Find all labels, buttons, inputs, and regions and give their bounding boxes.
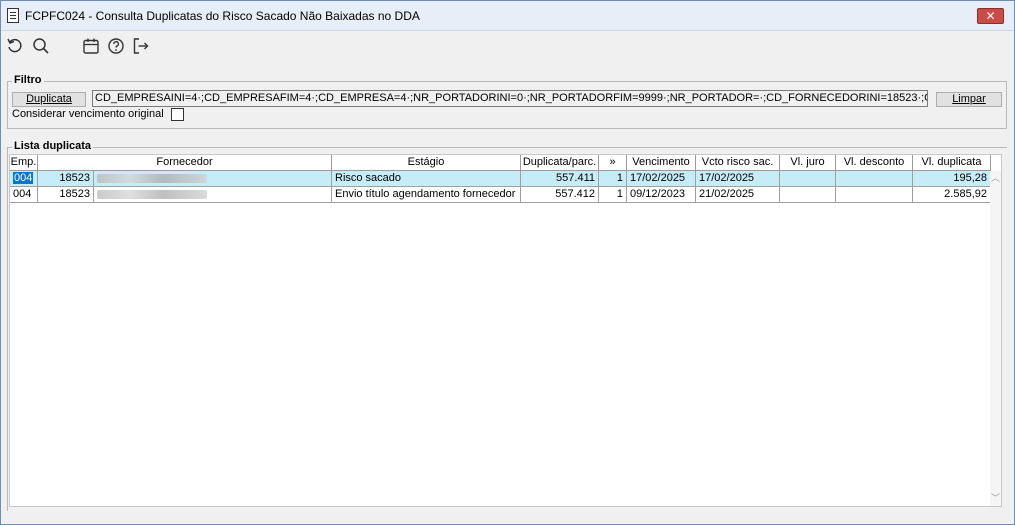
vencimento-original-checkbox[interactable]: [171, 108, 184, 121]
help-icon: [108, 38, 124, 54]
close-button[interactable]: ✕: [977, 8, 1004, 24]
filter-legend: Filtro: [12, 74, 44, 86]
calendar-icon: [83, 38, 99, 54]
redacted-name: [97, 174, 207, 183]
toolbar: [1, 32, 1014, 60]
duplicata-button-label: Duplicata: [26, 93, 72, 105]
refresh-button[interactable]: [5, 36, 25, 56]
cell-fornecedor-cod[interactable]: 18523: [38, 187, 94, 203]
col-desconto[interactable]: Vl. desconto: [836, 155, 913, 171]
clear-button-label: Limpar: [952, 93, 986, 105]
cell-juro[interactable]: [780, 187, 836, 203]
help-button[interactable]: [106, 36, 126, 56]
col-fornecedor[interactable]: Fornecedor: [38, 155, 332, 171]
duplicata-button[interactable]: Duplicata: [12, 92, 86, 107]
cell-desconto[interactable]: [836, 171, 913, 187]
cell-vencimento[interactable]: 17/02/2025: [627, 171, 696, 187]
list-legend: Lista duplicata: [12, 140, 94, 152]
cell-valor[interactable]: 195,28: [913, 171, 991, 187]
table-row[interactable]: 004 18523 Envio título agendamento forne…: [10, 187, 991, 203]
col-estagio[interactable]: Estágio: [332, 155, 521, 171]
refresh-icon: [7, 38, 22, 53]
vertical-scrollbar[interactable]: ︿ ﹀: [990, 171, 1001, 506]
cell-estagio[interactable]: Risco sacado: [332, 171, 521, 187]
cell-duplicata[interactable]: 557.412: [521, 187, 599, 203]
cell-vencimento[interactable]: 09/12/2023: [627, 187, 696, 203]
cell-fornecedor-nome[interactable]: [94, 171, 332, 187]
window-title: FCPFC024 - Consulta Duplicatas do Risco …: [25, 9, 420, 23]
col-vcto-risco[interactable]: Vcto risco sac.: [696, 155, 780, 171]
scroll-up-icon[interactable]: ︿: [991, 174, 1000, 183]
exit-icon: [133, 38, 149, 54]
filter-text-field[interactable]: CD_EMPRESAINI=4·;CD_EMPRESAFIM=4·;CD_EMP…: [92, 90, 928, 107]
vencimento-original-label: Considerar vencimento original: [12, 108, 164, 120]
cell-valor[interactable]: 2.585,92: [913, 187, 991, 203]
filter-group: Filtro Duplicata CD_EMPRESAINI=4·;CD_EMP…: [7, 74, 1007, 129]
table-row[interactable]: 004 18523 Risco sacado 557.411 1 17/02/2…: [10, 171, 991, 187]
cell-emp-value: 004: [13, 172, 34, 184]
col-emp[interactable]: Emp.: [10, 155, 38, 171]
cell-emp[interactable]: 004: [10, 187, 38, 203]
col-duplicata[interactable]: Duplicata/parc.: [521, 155, 599, 171]
col-juro[interactable]: Vl. juro: [780, 155, 836, 171]
cell-emp[interactable]: 004: [10, 171, 38, 187]
search-icon: [33, 38, 49, 54]
exit-button[interactable]: [131, 36, 151, 56]
search-button[interactable]: [31, 36, 51, 56]
cell-duplicata[interactable]: 557.411: [521, 171, 599, 187]
main-window: FCPFC024 - Consulta Duplicatas do Risco …: [0, 0, 1015, 525]
cell-vcto-risco[interactable]: 17/02/2025: [696, 171, 780, 187]
cell-parcela[interactable]: 1: [599, 171, 627, 187]
col-vencimento[interactable]: Vencimento: [627, 155, 696, 171]
redacted-name: [97, 190, 207, 199]
cell-fornecedor-nome[interactable]: [94, 187, 332, 203]
cell-estagio[interactable]: Envio título agendamento fornecedor: [332, 187, 521, 203]
title-bar: FCPFC024 - Consulta Duplicatas do Risco …: [1, 1, 1014, 31]
clear-button[interactable]: Limpar: [936, 92, 1002, 107]
cell-fornecedor-cod[interactable]: 18523: [38, 171, 94, 187]
col-valor[interactable]: Vl. duplicata: [913, 155, 991, 171]
grid-header: Emp. Fornecedor Estágio Duplicata/parc. …: [10, 155, 991, 171]
cell-vcto-risco[interactable]: 21/02/2025: [696, 187, 780, 203]
duplicata-grid: Emp. Fornecedor Estágio Duplicata/parc. …: [9, 154, 1002, 507]
calendar-button[interactable]: [81, 36, 101, 56]
document-icon: [7, 8, 19, 23]
col-expand[interactable]: »: [599, 155, 627, 171]
scroll-down-icon[interactable]: ﹀: [991, 494, 1000, 503]
cell-juro[interactable]: [780, 171, 836, 187]
cell-desconto[interactable]: [836, 187, 913, 203]
cell-parcela[interactable]: 1: [599, 187, 627, 203]
